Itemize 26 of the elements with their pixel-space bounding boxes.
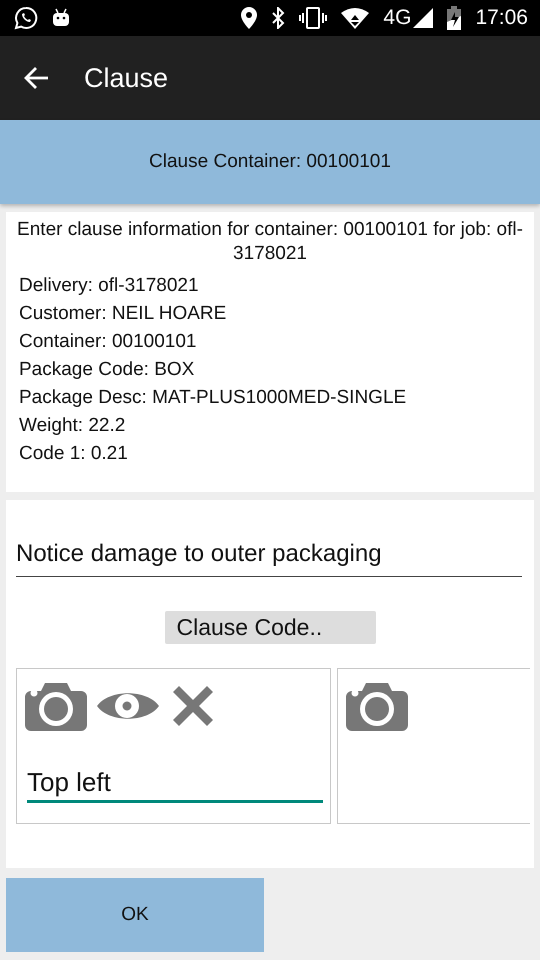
vibrate-icon	[299, 7, 328, 29]
screen-title: Clause	[84, 62, 168, 94]
info-line: Container: 00100101	[18, 330, 198, 354]
chat-icon	[14, 6, 38, 30]
clause-code-button[interactable]: Clause Code..	[164, 611, 376, 644]
info-line: Weight: 22.2	[18, 414, 126, 438]
intro-text: Enter clause information for container: 00100101 for job: ofl-3178021	[16, 218, 524, 266]
info-line: Package Desc: MAT-PLUS1000MED-SINGLE	[18, 386, 408, 410]
info-line: Package Code: BOX	[18, 358, 196, 382]
location-icon	[241, 7, 258, 29]
header-title: Clause Container: 00100101	[149, 151, 391, 173]
wifi-icon	[341, 7, 370, 29]
clock-time: 17:06	[475, 6, 528, 30]
camera-icon[interactable]	[346, 681, 408, 731]
back-arrow-icon[interactable]	[24, 67, 48, 89]
description-field[interactable]: Notice damage to outer packaging	[16, 534, 522, 577]
ok-button[interactable]: OK	[6, 878, 264, 952]
signal-icon	[413, 8, 434, 28]
battery-icon	[447, 6, 462, 30]
info-line: Delivery: ofl-3178021	[18, 274, 200, 298]
camera-icon[interactable]	[25, 681, 87, 731]
info-line: Code 1: 0.21	[18, 442, 129, 466]
android-icon	[52, 8, 70, 28]
network-type: 4G	[383, 6, 412, 30]
info-line: Customer: NEIL HOARE	[18, 302, 228, 326]
bluetooth-icon	[271, 7, 286, 29]
